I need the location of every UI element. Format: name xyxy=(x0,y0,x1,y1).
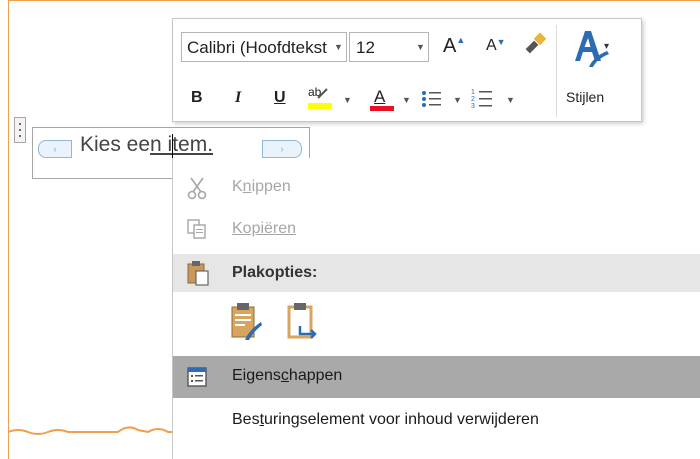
paste-keep-formatting-icon[interactable] xyxy=(229,302,263,342)
mini-toolbar: Calibri (Hoofdtekst) ▼ 12 ▼ A▲ A▼ ▾ B I … xyxy=(172,18,642,122)
chevron-down-icon[interactable]: ▼ xyxy=(506,95,515,105)
copy-icon xyxy=(187,219,206,239)
eigenschappen-label-post: happen xyxy=(288,367,343,384)
chevron-down-icon[interactable]: ▼ xyxy=(453,95,462,105)
numbering-icon[interactable]: 1 2 3 xyxy=(471,87,495,111)
font-name-combobox[interactable]: Calibri (Hoofdtekst) ▼ xyxy=(181,32,347,62)
content-control-handle[interactable] xyxy=(14,117,26,143)
underline-label: U xyxy=(274,89,286,106)
verwijderen-label-pre: Bes xyxy=(232,411,260,428)
eigenschappen-label: Eigenschappen xyxy=(232,367,342,385)
highlight-color-bar xyxy=(308,103,332,109)
verwijderen-label-post: uringselement voor inhoud verwijderen xyxy=(264,411,539,428)
paste-options-header: Plakopties: xyxy=(173,254,700,292)
underline-button[interactable]: U xyxy=(274,89,286,107)
chevron-down-icon[interactable]: ▼ xyxy=(343,95,352,105)
font-color-bar xyxy=(370,106,394,111)
font-color-button[interactable]: A xyxy=(370,85,394,115)
kopieren-label: Kopiëren xyxy=(232,220,297,237)
content-control-start-tag: ‹ xyxy=(38,140,72,158)
arrow-up-icon: ▲ xyxy=(456,35,466,45)
placeholder-text-part1: Kies ee xyxy=(80,133,151,156)
properties-icon xyxy=(187,367,207,387)
verwijderen-label: Besturingselement voor inhoud verwijdere… xyxy=(232,411,539,429)
scissors-icon xyxy=(187,177,207,200)
content-control-text[interactable]: Kies een item. xyxy=(80,133,213,157)
eigenschappen-label-accel: c xyxy=(280,367,289,384)
bold-button[interactable]: B xyxy=(191,89,203,107)
italic-button[interactable]: I xyxy=(235,89,241,107)
plakopties-label: Plakopties: xyxy=(232,264,318,281)
svg-text:1: 1 xyxy=(471,89,475,96)
context-menu: Knippen Kopiëren Plakopties: Eigenschapp… xyxy=(172,158,700,459)
knippen-label-post: ippen xyxy=(251,178,291,195)
font-color-label: A xyxy=(374,87,386,106)
chevron-down-icon[interactable]: ▼ xyxy=(334,42,343,52)
bullets-icon[interactable] xyxy=(421,89,443,109)
styles-label: Stijlen xyxy=(566,89,605,105)
shrink-font-button[interactable]: A▼ xyxy=(486,37,506,55)
menu-item-kopieren[interactable]: Kopiëren xyxy=(173,212,700,248)
paste-text-only-icon[interactable] xyxy=(286,302,320,342)
italic-label: I xyxy=(235,89,242,106)
chevron-down-icon[interactable]: ▼ xyxy=(402,95,411,105)
chevron-down-icon[interactable]: ▼ xyxy=(416,42,425,52)
paste-icon xyxy=(187,261,209,286)
format-painter-icon[interactable] xyxy=(523,32,549,58)
eigenschappen-label-pre: Eigens xyxy=(232,367,281,384)
svg-text:▾: ▾ xyxy=(604,41,609,52)
knippen-label-pre: K xyxy=(232,178,243,195)
bold-label: B xyxy=(191,89,203,106)
content-control-end-tag: › xyxy=(262,140,302,158)
styles-icon[interactable]: ▾ xyxy=(571,27,611,69)
font-name-value: Calibri (Hoofdtekst) xyxy=(187,38,327,57)
svg-text:3: 3 xyxy=(471,103,475,110)
font-size-combobox[interactable]: 12 ▼ xyxy=(349,32,429,62)
placeholder-text-part2: n item. xyxy=(150,133,214,156)
highlight-button[interactable]: ab xyxy=(306,83,336,113)
menu-item-knippen[interactable]: Knippen xyxy=(173,170,700,206)
grow-font-label: A xyxy=(443,35,457,57)
arrow-down-icon: ▼ xyxy=(496,37,506,47)
grow-font-button[interactable]: A▲ xyxy=(443,35,465,58)
font-size-value: 12 xyxy=(356,38,375,57)
toolbar-separator xyxy=(556,25,557,117)
text-cursor xyxy=(172,134,173,160)
knippen-label-accel: n xyxy=(242,178,252,195)
highlighter-icon xyxy=(317,88,328,99)
menu-item-verwijderen[interactable]: Besturingselement voor inhoud verwijdere… xyxy=(173,404,700,440)
svg-text:2: 2 xyxy=(471,96,475,103)
shrink-font-label: A xyxy=(486,37,497,54)
menu-item-eigenschappen[interactable]: Eigenschappen xyxy=(173,356,700,398)
knippen-label: Knippen xyxy=(232,178,291,196)
